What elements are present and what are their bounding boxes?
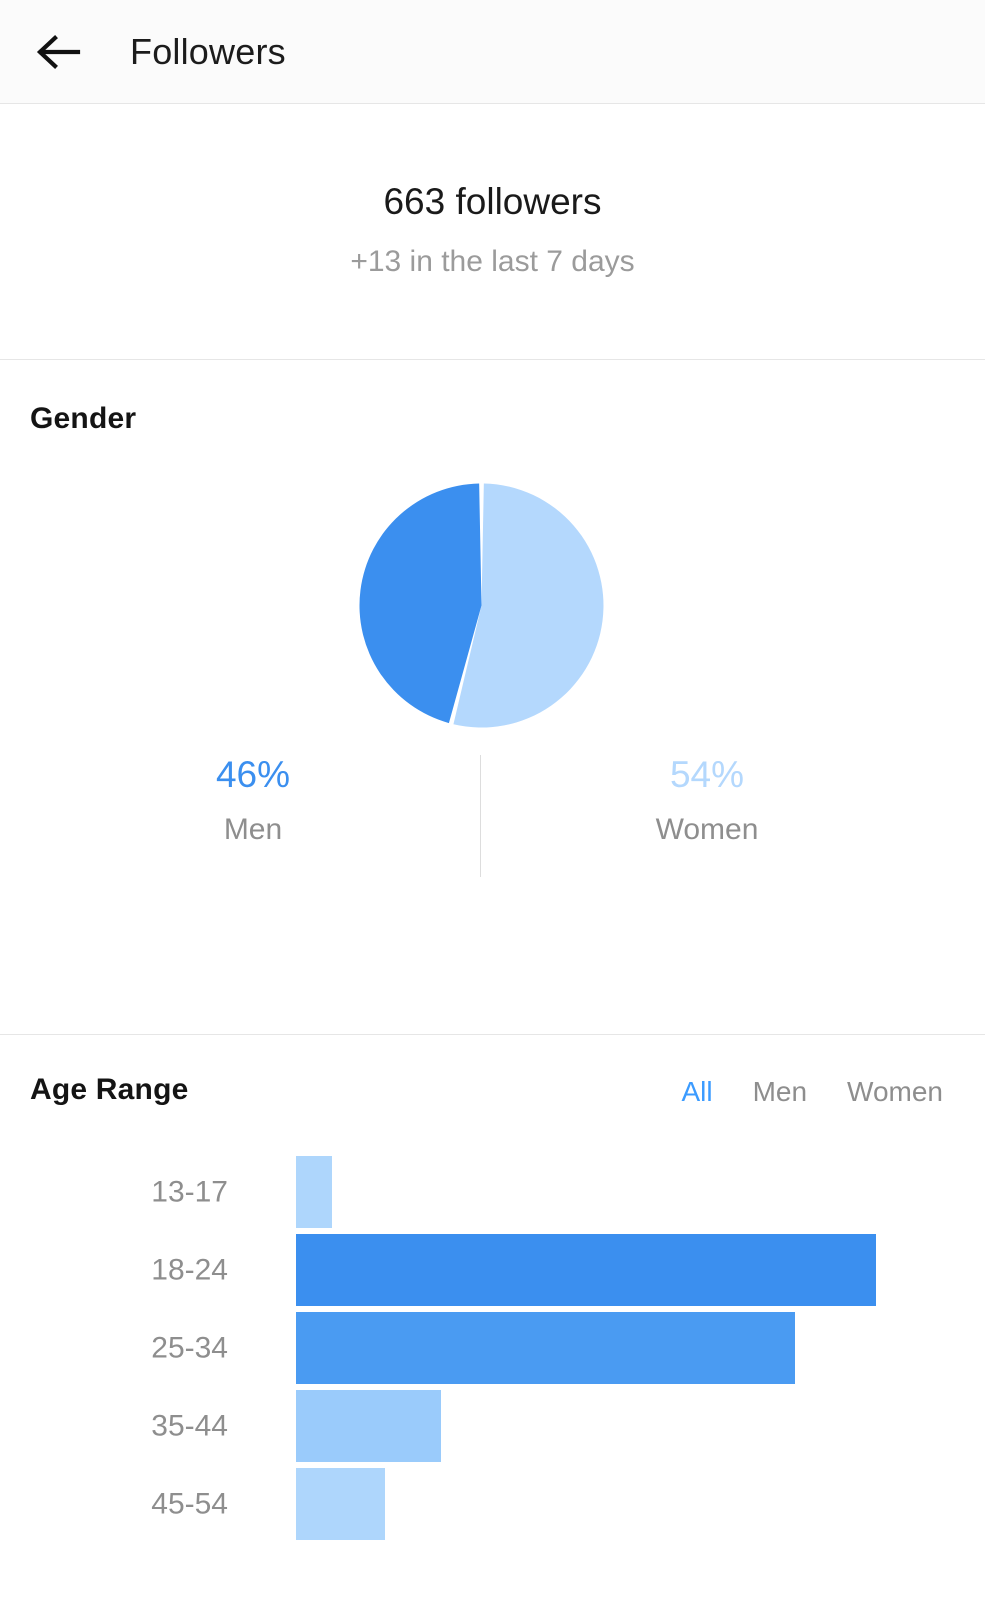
bar-label: 18-24 [151,1253,228,1287]
age-range-section: Age Range All Men Women 13-17 18-24 25-34 3… [0,1035,985,1599]
legend-divider [480,755,481,877]
followers-summary: 663 followers +13 in the last 7 days [0,104,985,360]
bar-label: 13-17 [151,1175,228,1209]
women-label: Women [655,812,759,846]
bar-row: 45-54 [0,1465,985,1543]
page-title: Followers [130,30,286,72]
bar-track [296,1309,985,1387]
gender-section: Gender 46% Men 54% Women [0,360,985,1035]
gender-section-title: Gender [30,402,137,435]
bar-fill [296,1390,441,1462]
bar-fill [296,1234,876,1306]
gender-pie-chart [357,481,606,730]
women-percent: 54% [669,754,745,795]
bar-track [296,1153,985,1231]
age-range-filter-tabs: All Men Women [681,1076,943,1108]
tab-men[interactable]: Men [753,1076,807,1108]
bar-fill [296,1312,795,1384]
bar-row: 25-34 [0,1309,985,1387]
bar-row: 13-17 [0,1153,985,1231]
bar-track [296,1465,985,1543]
age-range-section-title: Age Range [30,1073,189,1106]
bar-label: 35-44 [151,1409,228,1443]
bar-row: 35-44 [0,1387,985,1465]
bar-label: 45-54 [151,1487,228,1521]
followers-count: 663 followers [383,181,602,222]
bar-row: 18-24 [0,1231,985,1309]
men-label: Men [223,812,283,846]
men-percent: 46% [215,754,291,795]
bar-fill [296,1468,385,1540]
gender-legend: 46% Men 54% Women [0,754,985,885]
bar-track [296,1231,985,1309]
back-arrow-icon [34,32,82,72]
app-bar: Followers [0,0,985,104]
tab-women[interactable]: Women [847,1076,943,1108]
back-button[interactable] [30,24,86,80]
gender-legend-men: 46% Men [103,754,403,846]
tab-all[interactable]: All [681,1076,712,1108]
gender-legend-women: 54% Women [557,754,857,846]
bar-label: 25-34 [151,1331,228,1365]
bar-fill [296,1156,332,1228]
age-range-bar-chart: 13-17 18-24 25-34 35-44 45-54 [0,1153,985,1543]
bar-track [296,1387,985,1465]
followers-delta: +13 in the last 7 days [350,244,635,278]
